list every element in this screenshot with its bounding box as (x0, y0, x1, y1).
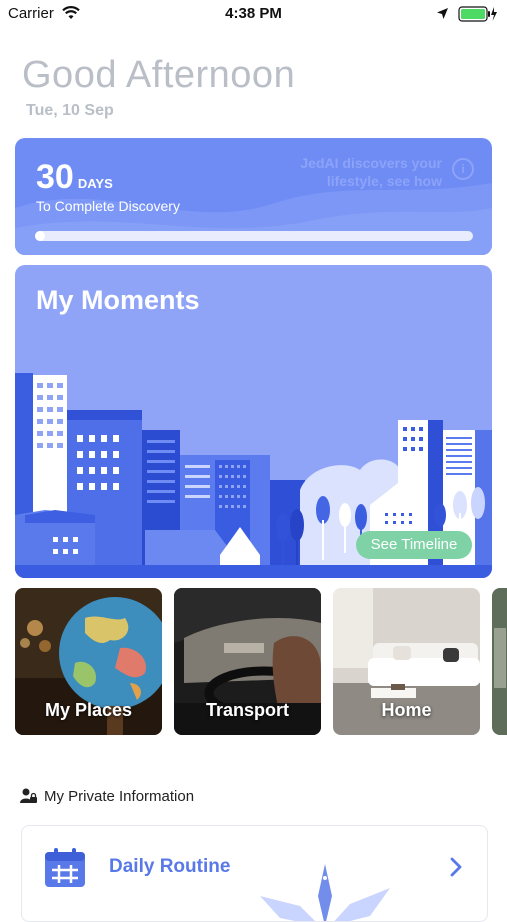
discovery-note-link[interactable]: JedAI discovers your lifestyle, see how (272, 154, 442, 190)
category-tile-my-places[interactable]: My Places (15, 588, 162, 735)
category-carousel[interactable]: My Places Transport Home (15, 588, 507, 736)
discovery-progress-bar (35, 231, 473, 241)
days-value: 30 (36, 158, 74, 196)
battery-icon (458, 6, 497, 22)
calendar-icon (45, 848, 85, 887)
category-tile-next[interactable] (492, 588, 507, 735)
progress-fill (35, 231, 45, 241)
category-label: Transport (205, 700, 289, 720)
days-unit: DAYS (77, 176, 113, 191)
category-tile-home[interactable]: Home (333, 588, 480, 735)
chevron-right-icon[interactable] (449, 856, 463, 878)
next-tile-photo (492, 588, 507, 735)
moments-title: My Moments (36, 285, 200, 315)
user-lock-icon (20, 788, 37, 803)
greeting-title: Good Afternoon (22, 54, 296, 96)
private-info-label: My Private Information (44, 788, 195, 805)
discovery-card[interactable]: 30 DAYS To Complete Discovery JedAI disco… (15, 138, 492, 255)
status-bar: Carrier 4:38 PM (0, 0, 507, 28)
see-timeline-button[interactable]: See Timeline (356, 531, 472, 559)
category-tile-transport[interactable]: Transport (174, 588, 321, 735)
discovery-subtitle: To Complete Discovery (36, 198, 180, 214)
daily-routine-label: Daily Routine (109, 856, 231, 877)
category-label: Home (381, 700, 432, 720)
private-info-heading: My Private Information (20, 788, 194, 805)
sunburst-decoration (260, 864, 390, 921)
daily-routine-row[interactable]: Daily Routine (21, 825, 488, 922)
days-remaining: 30 DAYS (36, 158, 113, 197)
info-icon[interactable]: i (452, 158, 474, 180)
clock: 4:38 PM (225, 5, 282, 22)
category-label: My Places (44, 700, 133, 720)
location-arrow-icon (437, 8, 448, 19)
date-label: Tue, 10 Sep (26, 102, 114, 119)
